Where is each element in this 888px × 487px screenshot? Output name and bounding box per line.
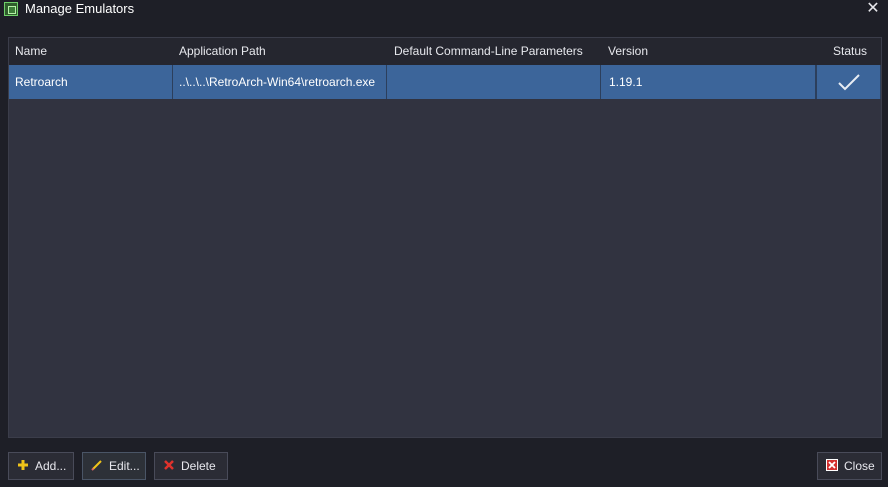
column-header-default-parameters[interactable]: Default Command-Line Parameters [394, 38, 583, 65]
column-header-status[interactable]: Status [833, 38, 867, 65]
cell-default-parameters [387, 65, 601, 99]
title-bar: Manage Emulators ✕ [0, 0, 888, 20]
emulator-table: Name Application Path Default Command-Li… [8, 37, 882, 438]
table-row[interactable]: Retroarch ..\..\..\RetroArch-Win64\retro… [9, 65, 881, 99]
pencil-icon [91, 460, 102, 471]
add-button[interactable]: Add... [8, 452, 74, 480]
delete-button[interactable]: Delete [154, 452, 228, 480]
window-title: Manage Emulators [25, 1, 135, 16]
emulator-app-icon [4, 2, 18, 16]
close-button[interactable]: Close [817, 452, 882, 480]
delete-x-icon [164, 460, 174, 470]
delete-button-label: Delete [181, 459, 216, 473]
close-box-icon [826, 459, 838, 471]
cell-name: Retroarch [9, 65, 173, 99]
cell-application-path: ..\..\..\RetroArch-Win64\retroarch.exe [173, 65, 387, 99]
close-button-label: Close [844, 459, 875, 473]
close-icon[interactable]: ✕ [864, 0, 882, 18]
add-button-label: Add... [35, 459, 67, 473]
column-header-application-path[interactable]: Application Path [179, 38, 266, 65]
table-header: Name Application Path Default Command-Li… [9, 38, 881, 65]
column-header-version[interactable]: Version [608, 38, 648, 65]
column-header-name[interactable]: Name [15, 38, 47, 65]
edit-button-label: Edit... [109, 459, 140, 473]
checkmark-icon [838, 74, 860, 91]
edit-button[interactable]: Edit... [82, 452, 146, 480]
cell-version: 1.19.1 [601, 65, 816, 99]
plus-icon [18, 460, 28, 470]
